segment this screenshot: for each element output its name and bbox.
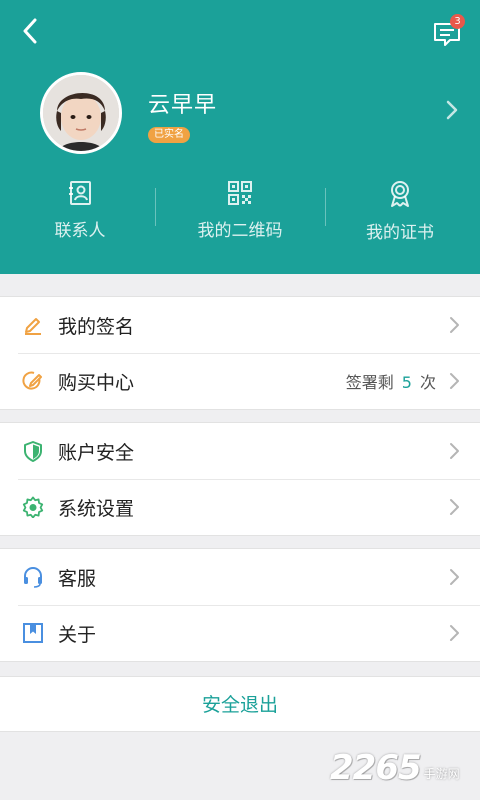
divider [155,188,156,226]
menu-item-label: 购买中心 [58,371,135,394]
menu-item-customer-service[interactable]: 客服 [0,549,480,605]
headset-icon [22,566,44,588]
chevron-right-icon [450,443,459,459]
menu-item-label: 关于 [58,623,97,646]
menu-item-label: 客服 [58,567,97,590]
bookmark-icon [22,622,44,644]
menu-item-system-settings[interactable]: 系统设置 [0,479,480,535]
menu-item-account-security[interactable]: 账户安全 [0,423,480,479]
chevron-left-icon [23,18,37,44]
remaining-count: 5 [401,373,412,392]
chevron-right-icon [450,625,459,641]
quick-action-contacts[interactable]: 联系人 [0,180,160,244]
contact-card-icon [69,181,91,205]
watermark-logo: 2265 手游网 [330,748,460,788]
menu-item-about[interactable]: 关于 [0,605,480,661]
menu-item-label: 系统设置 [58,497,135,520]
chevron-right-icon [450,317,459,333]
quick-action-certificate[interactable]: 我的证书 [320,180,480,244]
avatar[interactable] [40,72,122,154]
remaining-signatures: 签署剩 5 次 [345,373,436,392]
menu-item-label: 我的签名 [58,315,135,338]
back-button[interactable] [14,14,46,48]
watermark-number: 2265 [330,748,422,788]
shield-icon [22,440,44,462]
watermark-text: 手游网 [423,767,460,781]
chevron-right-icon [446,100,458,120]
logout-button[interactable]: 安全退出 [0,676,480,732]
quick-action-label: 我的二维码 [197,221,283,241]
menu-item-my-signature[interactable]: 我的签名 [0,297,480,353]
gear-icon [22,496,44,518]
menu-item-label: 账户安全 [58,441,135,464]
message-count-badge: 3 [450,14,465,29]
qr-code-icon [228,181,252,205]
quick-action-label: 我的证书 [366,223,434,243]
menu-group-support: 客服 关于 [0,548,480,662]
message-button[interactable]: 3 [430,14,466,48]
edit-circle-icon [22,370,44,392]
chevron-right-icon [450,499,459,515]
profile-detail-button[interactable] [446,100,462,122]
pen-icon [22,314,44,336]
certificate-icon [391,181,409,207]
avatar-image [43,75,119,151]
profile-header: 3 云早早 已实名 联系人 我的二维码 我的证书 [0,0,480,274]
quick-action-qr-code[interactable]: 我的二维码 [160,180,320,244]
verified-badge: 已实名 [148,127,190,143]
chevron-right-icon [450,569,459,585]
chevron-right-icon [450,373,459,389]
menu-group-account: 账户安全 系统设置 [0,422,480,536]
menu-group-signature: 我的签名 购买中心 签署剩 5 次 [0,296,480,410]
quick-action-label: 联系人 [54,221,106,241]
username: 云早早 [148,93,218,118]
menu-item-purchase-center[interactable]: 购买中心 签署剩 5 次 [0,353,480,409]
